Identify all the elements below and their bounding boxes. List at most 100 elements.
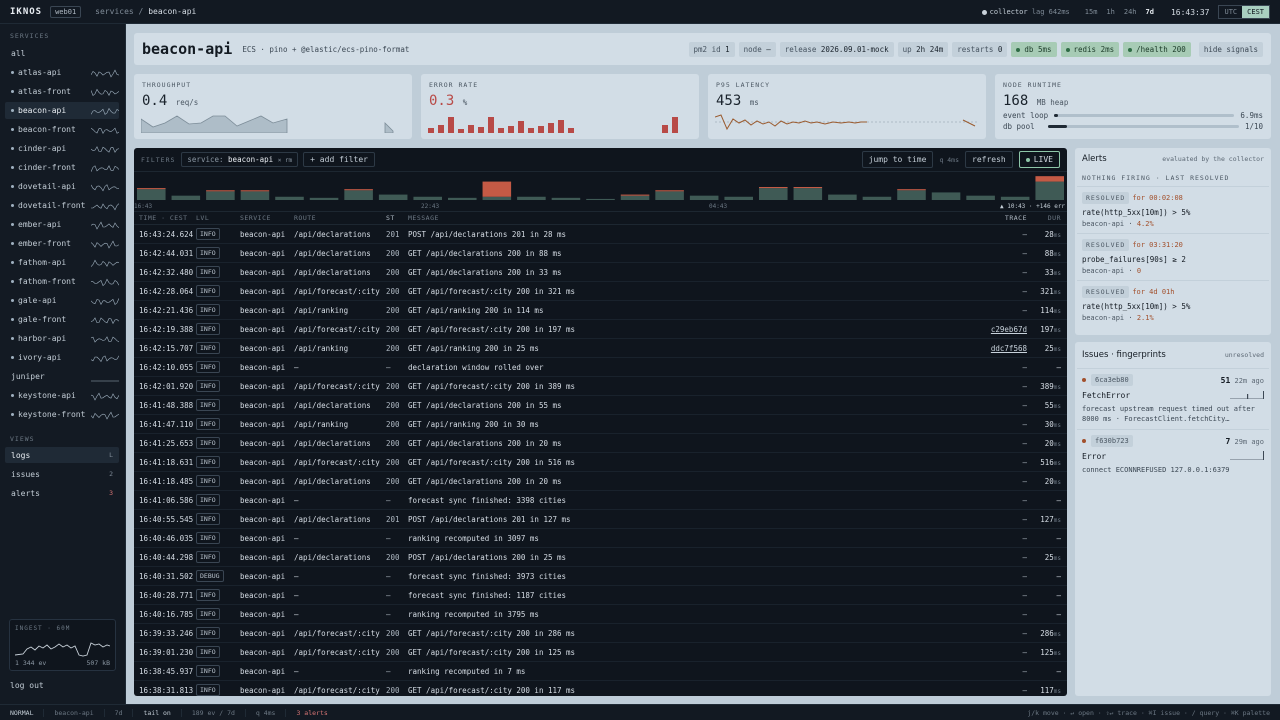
logout-link[interactable]: log out <box>10 681 44 690</box>
redis-health-signal[interactable]: redis 2ms <box>1060 41 1120 57</box>
sidebar-item-ember-api[interactable]: ember-api <box>5 216 119 233</box>
trace-link[interactable]: c29eb67d <box>989 325 1029 334</box>
sidebar-item-harbor-api[interactable]: harbor-api <box>5 330 119 347</box>
tz-cest[interactable]: CEST <box>1242 6 1269 18</box>
sidebar-item-atlas-api[interactable]: atlas-api <box>5 64 119 81</box>
tz-utc[interactable]: UTC <box>1219 6 1242 18</box>
hist-bar-error[interactable] <box>620 194 650 196</box>
table-row[interactable]: 16:38:31.813 INFO beacon-api/api/forecast/… <box>134 681 1067 696</box>
table-row[interactable]: 16:42:28.064 INFO beacon-api/api/forecast/… <box>134 282 1067 301</box>
hist-bar-info[interactable] <box>966 195 995 200</box>
sidebar-item-cinder-front[interactable]: cinder-front <box>5 159 119 176</box>
table-row[interactable]: 16:41:47.110 INFO beacon-api/api/ranking 20… <box>134 415 1067 434</box>
hist-bar-info[interactable] <box>275 196 304 200</box>
hist-bar-info[interactable] <box>551 197 581 200</box>
hist-bar-error[interactable] <box>1035 176 1064 182</box>
hist-bar-info[interactable] <box>240 191 270 200</box>
status-alerts[interactable]: 3 alerts <box>286 709 337 717</box>
remove-filter-icon[interactable]: × rm <box>278 157 292 164</box>
table-row[interactable]: 16:40:55.545 INFO beacon-api/api/declarati… <box>134 510 1067 529</box>
col-message[interactable]: MESSAGE <box>408 214 989 222</box>
hist-bar-info[interactable] <box>586 198 615 200</box>
sidebar-item-cinder-api[interactable]: cinder-api <box>5 140 119 157</box>
col-level[interactable]: LVL <box>196 214 240 222</box>
hide-signals-button[interactable]: hide signals <box>1198 41 1263 57</box>
log-histogram[interactable]: 16:43 22:43 04:43 ▲ 10:43 · +146 err <box>134 172 1067 212</box>
hist-bar-info[interactable] <box>1000 196 1030 200</box>
col-service[interactable]: SERVICE <box>240 214 294 222</box>
table-row[interactable]: 16:41:48.388 INFO beacon-api/api/declarati… <box>134 396 1067 415</box>
hist-bar-error[interactable] <box>655 190 684 192</box>
alert-item[interactable]: RESOLVED for 4d 01h rate(http_5xx[10m]) > … <box>1077 280 1269 327</box>
app-logo[interactable]: IKNOS <box>10 7 42 17</box>
range-24h[interactable]: 24h <box>1124 8 1137 16</box>
hist-bar-error[interactable] <box>793 187 823 189</box>
sidebar-item-dovetail-api[interactable]: dovetail-api <box>5 178 119 195</box>
table-row[interactable]: 16:41:18.631 INFO beacon-api/api/forecast/… <box>134 453 1067 472</box>
env-chip[interactable]: web01 <box>50 5 82 18</box>
range-1h[interactable]: 1h <box>1106 8 1114 16</box>
hist-bar-info[interactable] <box>724 196 753 200</box>
table-row[interactable]: 16:42:21.436 INFO beacon-api/api/ranking 20… <box>134 301 1067 320</box>
table-row[interactable]: 16:43:24.624 INFO beacon-api/api/declarati… <box>134 225 1067 244</box>
hist-bar-info[interactable] <box>137 189 166 200</box>
db-health-signal[interactable]: db 5ms <box>1011 41 1057 57</box>
service-filter-tag[interactable]: service: beacon-api × rm <box>181 152 299 167</box>
trace-link[interactable]: ddc7f568 <box>989 344 1029 353</box>
sidebar-item-dovetail-front[interactable]: dovetail-front <box>5 197 119 214</box>
col-status[interactable]: ST <box>386 214 408 222</box>
table-row[interactable]: 16:40:16.785 INFO beacon-api – – ranking reco… <box>134 605 1067 624</box>
sidebar-item-juniper[interactable]: juniper <box>5 368 119 385</box>
hist-bar-info[interactable] <box>378 194 408 200</box>
sidebar-item-gale-api[interactable]: gale-api <box>5 292 119 309</box>
issue-item[interactable]: f630b723 7 29m ago Error connect ECONNREFUS… <box>1077 429 1269 480</box>
hist-bar-info[interactable] <box>448 197 477 200</box>
col-trace[interactable]: TRACE <box>989 214 1029 222</box>
live-toggle[interactable]: LIVE <box>1018 151 1060 168</box>
col-duration[interactable]: DUR <box>1029 214 1067 222</box>
jump-to-time-button[interactable]: jump to time <box>861 151 934 168</box>
sidebar-item-gale-front[interactable]: gale-front <box>5 311 119 328</box>
sidebar-item-fathom-front[interactable]: fathom-front <box>5 273 119 290</box>
hist-bar-info[interactable] <box>482 196 512 200</box>
table-row[interactable]: 16:41:18.485 INFO beacon-api/api/declarati… <box>134 472 1067 491</box>
table-row[interactable]: 16:42:15.707 INFO beacon-api/api/ranking 20… <box>134 339 1067 358</box>
table-row[interactable]: 16:42:44.031 INFO beacon-api/api/declarati… <box>134 244 1067 263</box>
hist-bar-error[interactable] <box>240 190 270 192</box>
range-15m[interactable]: 15m <box>1085 8 1098 16</box>
hist-bar-info[interactable] <box>1035 181 1064 200</box>
table-row[interactable]: 16:39:33.246 INFO beacon-api/api/forecast/… <box>134 624 1067 643</box>
view-issues[interactable]: issues 2 <box>5 466 119 482</box>
table-row[interactable]: 16:42:01.920 INFO beacon-api/api/forecast/… <box>134 377 1067 396</box>
add-filter-button[interactable]: + add filter <box>303 152 375 167</box>
sidebar-item-all[interactable]: all <box>5 45 119 62</box>
hist-bar-info[interactable] <box>206 191 235 200</box>
issue-item[interactable]: 6ca3eb80 51 22m ago FetchError forecast ups… <box>1077 368 1269 429</box>
hist-bar-info[interactable] <box>171 195 201 200</box>
table-row[interactable]: 16:39:01.230 INFO beacon-api/api/forecast/… <box>134 643 1067 662</box>
view-logs[interactable]: logs L <box>5 447 119 463</box>
refresh-button[interactable]: refresh <box>965 151 1013 168</box>
table-row[interactable]: 16:41:25.653 INFO beacon-api/api/declarati… <box>134 434 1067 453</box>
table-row[interactable]: 16:40:28.771 INFO beacon-api – – forecast syn… <box>134 586 1067 605</box>
hist-bar-info[interactable] <box>828 194 857 200</box>
table-row[interactable]: 16:42:32.480 INFO beacon-api/api/declarati… <box>134 263 1067 282</box>
hist-bar-error[interactable] <box>897 189 926 191</box>
hist-bar-info[interactable] <box>931 192 961 200</box>
breadcrumb-parent[interactable]: services <box>95 7 134 16</box>
sidebar-item-beacon-front[interactable]: beacon-front <box>5 121 119 138</box>
hist-bar-error[interactable] <box>344 189 373 191</box>
view-alerts[interactable]: alerts 3 <box>5 485 119 501</box>
col-time[interactable]: TIME · CEST <box>134 214 196 222</box>
col-route[interactable]: ROUTE <box>294 214 386 222</box>
table-row[interactable]: 16:42:10.055 INFO beacon-api – – declaration … <box>134 358 1067 377</box>
hist-bar-info[interactable] <box>344 190 373 200</box>
hist-bar-info[interactable] <box>759 188 788 200</box>
table-row[interactable]: 16:42:19.388 INFO beacon-api/api/forecast/… <box>134 320 1067 339</box>
range-7d[interactable]: 7d <box>1146 8 1154 16</box>
table-row[interactable]: 16:40:44.298 INFO beacon-api/api/declarati… <box>134 548 1067 567</box>
table-row[interactable]: 16:38:45.937 INFO beacon-api – – ranking reco… <box>134 662 1067 681</box>
sidebar-item-keystone-api[interactable]: keystone-api <box>5 387 119 404</box>
hist-bar-info[interactable] <box>897 190 926 200</box>
table-row[interactable]: 16:40:31.502 DEBUG beacon-api – – forecast sy… <box>134 567 1067 586</box>
